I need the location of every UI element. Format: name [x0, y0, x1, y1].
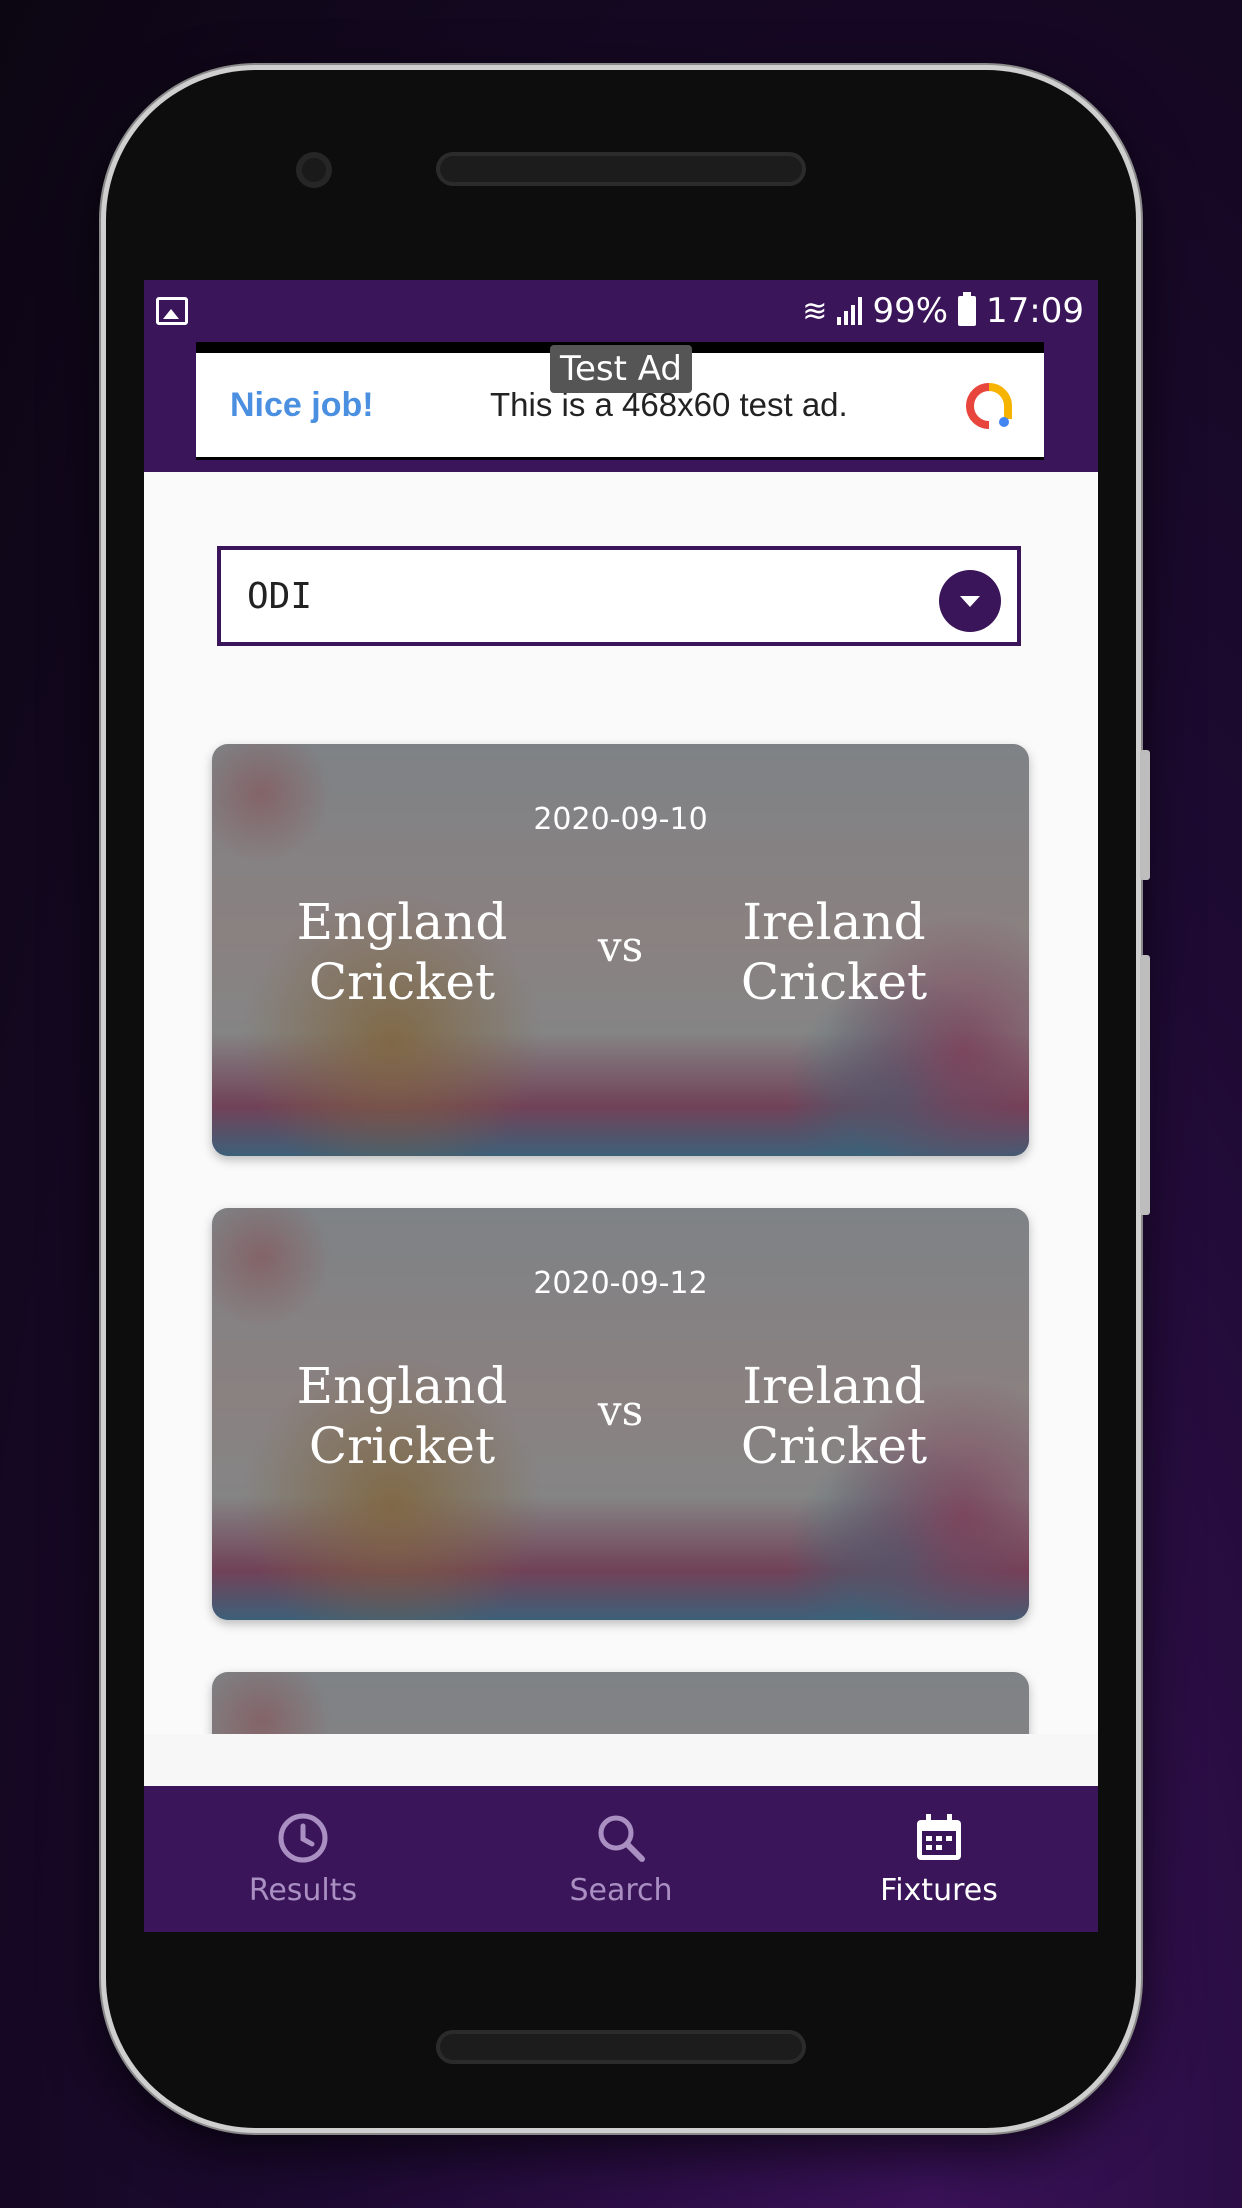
away-team: Ireland Cricket: [740, 893, 928, 1011]
fixture-date: 2020-09-15: [212, 1730, 1029, 1734]
bottom-speaker: [436, 2030, 806, 2064]
nav-fixtures-label: Fixtures: [880, 1872, 998, 1908]
bottom-navigation: Results Search Fixtures: [144, 1786, 1098, 1932]
fixtures-list: ODI 2020-09-10 England Cricket vs Irelan…: [144, 472, 1098, 1734]
nav-fixtures[interactable]: Fixtures: [780, 1786, 1098, 1932]
wifi-icon: ≋: [802, 293, 828, 329]
format-dropdown-value: ODI: [247, 575, 313, 617]
image-notification-icon: [156, 297, 188, 325]
nav-results-label: Results: [248, 1872, 358, 1908]
away-team: Ireland Cricket: [740, 1357, 928, 1475]
signal-icon: [837, 297, 863, 325]
clock-icon: [278, 1813, 328, 1862]
nav-search-label: Search: [569, 1872, 673, 1908]
fixture-date: 2020-09-10: [533, 802, 708, 837]
volume-button: [1140, 750, 1150, 880]
ad-headline: Nice job!: [230, 385, 374, 424]
power-button: [1140, 955, 1150, 1215]
nav-results[interactable]: Results: [144, 1786, 462, 1932]
battery-percent: 99%: [872, 291, 949, 331]
app-screen: ≋ 99% 17:09 Nice job! This is a 468x60 t…: [144, 280, 1098, 1932]
search-icon: [598, 1815, 645, 1862]
test-ad-label: Test Ad: [550, 345, 693, 393]
nav-search[interactable]: Search: [462, 1786, 780, 1932]
chevron-down-icon[interactable]: [939, 570, 1001, 632]
earpiece-speaker: [436, 152, 806, 186]
status-bar: ≋ 99% 17:09: [144, 280, 1098, 342]
front-camera: [296, 152, 332, 188]
fixture-card[interactable]: 2020-09-10 England Cricket vs Ireland Cr…: [212, 744, 1029, 1156]
clock-time: 17:09: [986, 291, 1084, 331]
fixture-card[interactable]: 2020-09-15: [212, 1672, 1029, 1734]
calendar-icon: [917, 1813, 961, 1860]
battery-icon: [958, 292, 977, 326]
fixture-date: 2020-09-12: [533, 1266, 708, 1301]
ad-logo-icon: [966, 383, 1012, 429]
fixture-card[interactable]: 2020-09-12 England Cricket vs Ireland Cr…: [212, 1208, 1029, 1620]
format-dropdown[interactable]: ODI: [217, 546, 1021, 646]
